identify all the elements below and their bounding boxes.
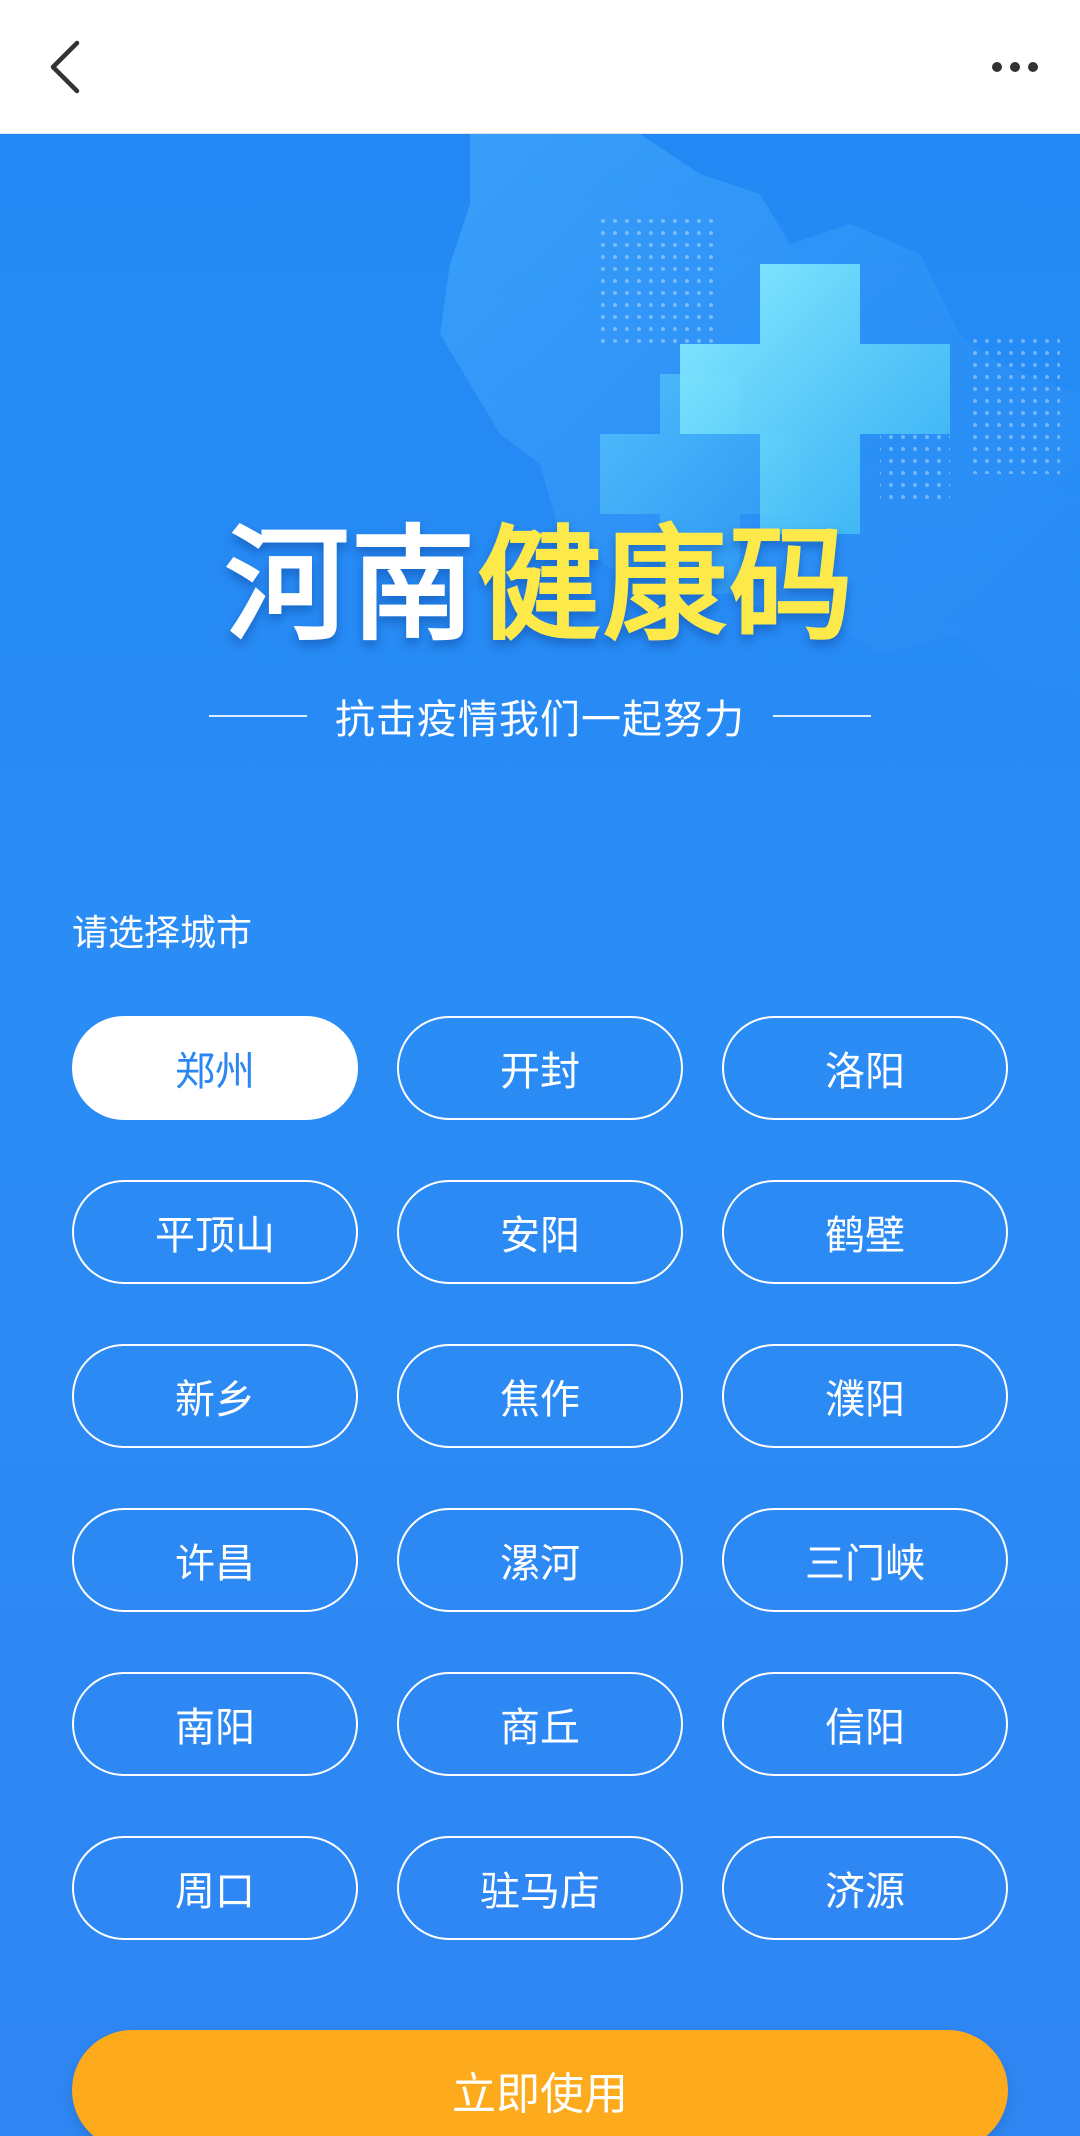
city-button[interactable]: 周口 xyxy=(72,1836,358,1940)
use-now-button[interactable]: 立即使用 xyxy=(72,2030,1008,2136)
city-button[interactable]: 济源 xyxy=(722,1836,1008,1940)
city-select-label: 请选择城市 xyxy=(72,913,253,954)
city-grid: 郑州 开封 洛阳 平顶山 安阳 鹤壁 新乡 焦作 濮阳 许昌 漯河 三门峡 南阳… xyxy=(72,1016,1008,1940)
subtitle-divider-right xyxy=(773,715,871,717)
title-health-code: 健康码 xyxy=(477,514,856,658)
city-button[interactable]: 商丘 xyxy=(397,1672,683,1776)
subtitle: 抗击疫情我们一起努力 xyxy=(335,697,745,743)
chevron-left-icon xyxy=(50,40,80,94)
subtitle-divider-left xyxy=(209,715,307,717)
more-horizontal-icon xyxy=(992,62,1038,72)
top-navigation-bar xyxy=(0,0,1080,134)
city-button[interactable]: 信阳 xyxy=(722,1672,1008,1776)
subtitle-row: 抗击疫情我们一起努力 xyxy=(0,686,1080,746)
city-button[interactable]: 驻马店 xyxy=(397,1836,683,1940)
city-button[interactable]: 三门峡 xyxy=(722,1508,1008,1612)
city-button[interactable]: 洛阳 xyxy=(722,1016,1008,1120)
city-button[interactable]: 郑州 xyxy=(72,1016,358,1120)
city-button[interactable]: 漯河 xyxy=(397,1508,683,1612)
back-button[interactable] xyxy=(30,30,100,104)
city-button[interactable]: 许昌 xyxy=(72,1508,358,1612)
page-title: 河南健康码 xyxy=(0,484,1080,664)
city-button[interactable]: 鹤壁 xyxy=(722,1180,1008,1284)
city-button[interactable]: 新乡 xyxy=(72,1344,358,1448)
title-province: 河南 xyxy=(224,514,477,658)
city-button[interactable]: 焦作 xyxy=(397,1344,683,1448)
city-button[interactable]: 安阳 xyxy=(397,1180,683,1284)
more-options-button[interactable] xyxy=(970,30,1060,104)
city-button[interactable]: 平顶山 xyxy=(72,1180,358,1284)
city-button[interactable]: 濮阳 xyxy=(722,1344,1008,1448)
health-code-page: 河南健康码 抗击疫情我们一起努力 请选择城市 郑州 开封 洛阳 平顶山 安阳 鹤… xyxy=(0,134,1080,2136)
city-button[interactable]: 南阳 xyxy=(72,1672,358,1776)
city-button[interactable]: 开封 xyxy=(397,1016,683,1120)
